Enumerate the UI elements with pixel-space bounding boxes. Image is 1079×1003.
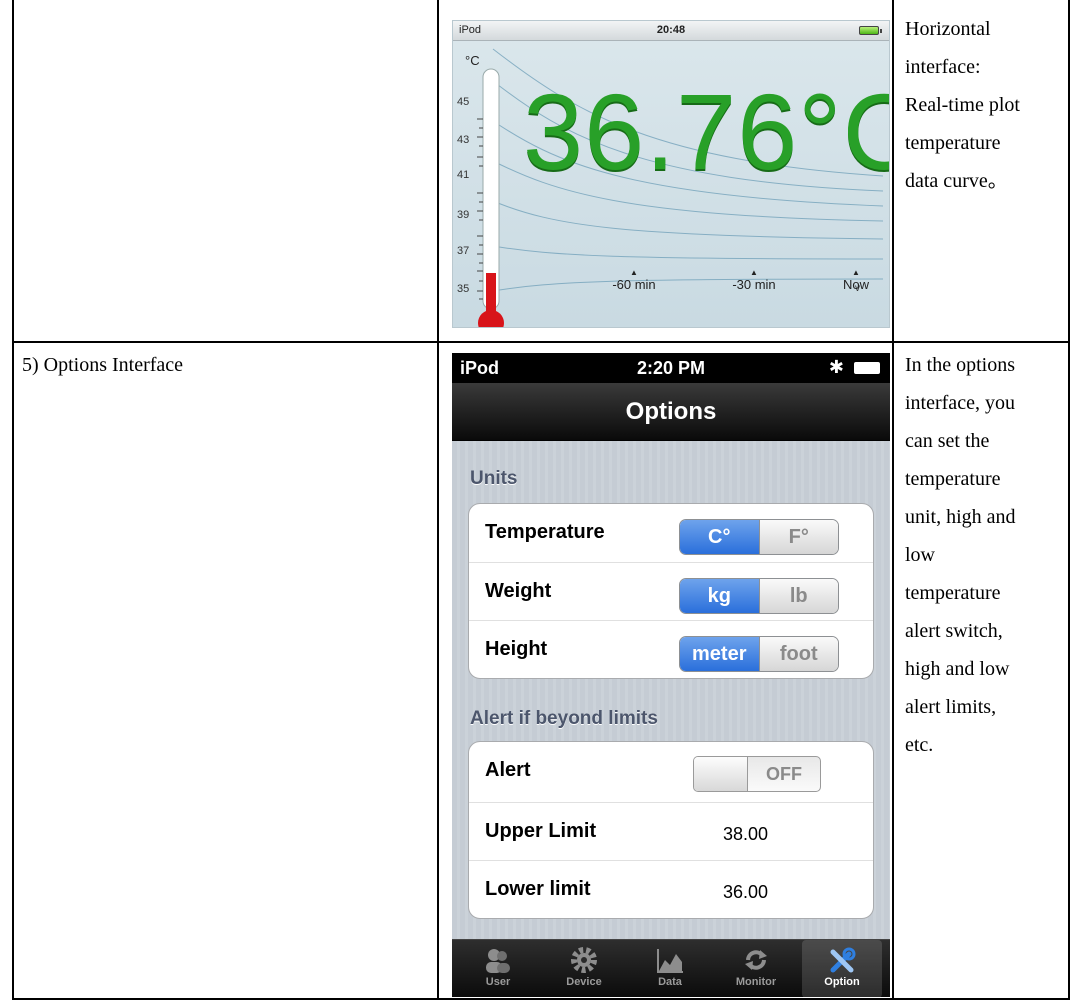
- toggle-state: OFF: [766, 764, 802, 784]
- meter-option[interactable]: meter: [680, 637, 759, 671]
- description-line: interface:: [905, 56, 981, 78]
- temperature-readout: 36.76°C: [523, 71, 890, 192]
- nav-title: Options: [452, 383, 890, 441]
- description-line: alert limits,: [905, 696, 997, 718]
- status-bar: iPod 20:48: [453, 21, 889, 41]
- landscape-plot-screenshot: iPod 20:48 v °C 45 43 41 39 37 35 36.76°…: [452, 20, 890, 328]
- fahrenheit-option[interactable]: F°: [758, 520, 838, 554]
- time-axis-label: ▲ -60 min: [612, 268, 656, 293]
- status-time: 20:48: [656, 24, 686, 36]
- toggle-knob: [694, 757, 748, 791]
- thermometer-mercury: [486, 273, 496, 313]
- upper-limit-value: 38.00: [723, 824, 769, 844]
- scale-tick: 37: [457, 245, 470, 257]
- table-border: [437, 0, 439, 1000]
- tools-icon: [802, 940, 882, 976]
- description-line: can set the: [905, 430, 990, 452]
- chart-icon: [630, 940, 710, 976]
- scale-tick: 35: [457, 283, 470, 295]
- scale-tick: 43: [457, 134, 470, 146]
- description-line: etc.: [905, 734, 934, 756]
- tab-option[interactable]: Option: [802, 940, 882, 997]
- description-line: interface, you: [905, 392, 1015, 414]
- alert-group: Alert OFF Upper Limit 38.00 Lower limit …: [468, 741, 874, 919]
- tab-monitor[interactable]: Monitor: [716, 940, 796, 997]
- time-axis-text: -60 min: [612, 277, 656, 292]
- description-line: alert switch,: [905, 620, 1003, 642]
- lb-option[interactable]: lb: [758, 579, 838, 613]
- gear-icon: [544, 940, 624, 976]
- lower-limit-value: 36.00: [723, 882, 769, 902]
- row-label: Height: [485, 638, 548, 660]
- time-axis-label: ▲ Now: [842, 268, 869, 293]
- time-axis-text: -30 min: [732, 277, 776, 292]
- description-line: temperature: [905, 582, 1001, 604]
- celsius-option[interactable]: C°: [680, 520, 759, 554]
- upper-limit-row[interactable]: Upper Limit 38.00: [469, 802, 873, 860]
- table-border: [892, 0, 894, 1000]
- tab-data[interactable]: Data: [630, 940, 710, 997]
- battery-icon: [859, 26, 882, 35]
- units-section-header: Units: [470, 468, 518, 489]
- description-line: low: [905, 544, 935, 566]
- thermometer-bulb: [478, 310, 504, 327]
- scale-tick: 45: [457, 96, 470, 108]
- temperature-unit-segment: C° F°: [679, 519, 839, 555]
- refresh-icon: [716, 940, 796, 976]
- row2-label: 5) Options Interface: [22, 354, 184, 376]
- row-label: Alert: [485, 759, 531, 781]
- user-icon: [458, 940, 538, 976]
- scale-tick: 41: [457, 169, 470, 181]
- units-group: Temperature C° F° Weight kg lb Height me…: [468, 503, 874, 679]
- description-line: Real-time plot: [905, 94, 1020, 116]
- weight-unit-row: Weight kg lb: [469, 562, 873, 620]
- description-line: temperature: [905, 132, 1001, 154]
- description-line: data curve。: [905, 170, 1008, 192]
- table-border: [12, 341, 1070, 343]
- options-screenshot: iPod 2:20 PM ✱ Options Units Temperature…: [452, 353, 890, 997]
- battery-icon: [854, 362, 880, 374]
- foot-option[interactable]: foot: [758, 637, 838, 671]
- unit-label: °C: [465, 53, 480, 68]
- status-bar: iPod 2:20 PM ✱: [452, 353, 890, 383]
- table-border: [12, 998, 1070, 1000]
- temperature-unit-row: Temperature C° F°: [469, 504, 873, 562]
- row-label: Weight: [485, 580, 552, 602]
- row-label: Temperature: [485, 521, 605, 543]
- description-line: temperature: [905, 468, 1001, 490]
- description-line: high and low: [905, 658, 1010, 680]
- time-axis-text: Now: [842, 277, 869, 292]
- alert-section-header: Alert if beyond limits: [470, 708, 658, 729]
- lower-limit-row[interactable]: Lower limit 36.00: [469, 860, 873, 918]
- description-line: unit, high and: [905, 506, 1016, 528]
- weight-unit-segment: kg lb: [679, 578, 839, 614]
- tab-bar: User Device Data Monitor Option: [452, 939, 890, 997]
- row-label: Lower limit: [485, 878, 591, 900]
- alert-row: Alert OFF: [469, 742, 873, 800]
- bluetooth-icon: ✱: [828, 357, 844, 377]
- description-line: In the options: [905, 354, 1015, 376]
- height-unit-segment: meter foot: [679, 636, 839, 672]
- alert-toggle[interactable]: OFF: [693, 756, 821, 792]
- tab-user[interactable]: User: [458, 940, 538, 997]
- scale-tick: 39: [457, 209, 470, 221]
- tab-device[interactable]: Device: [544, 940, 624, 997]
- status-time: 2:20 PM: [636, 358, 706, 378]
- time-axis-label: ▲ -30 min: [732, 268, 776, 293]
- table-border: [1068, 0, 1070, 1000]
- description-line: Horizontal: [905, 18, 991, 40]
- row-label: Upper Limit: [485, 820, 597, 842]
- height-unit-row: Height meter foot: [469, 620, 873, 678]
- table-border: [12, 0, 14, 1000]
- kg-option[interactable]: kg: [680, 579, 759, 613]
